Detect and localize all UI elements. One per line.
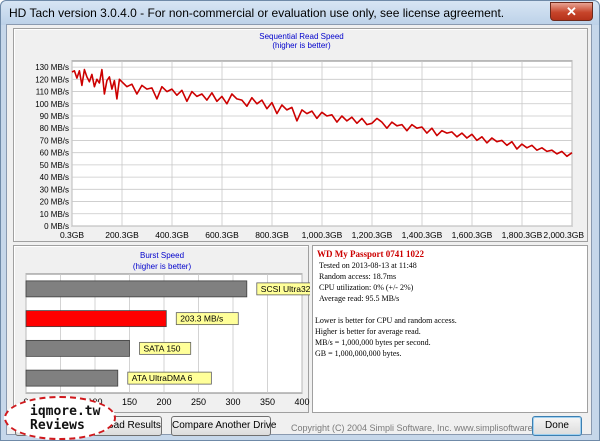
x-tick-label: 400.3GB [155,230,189,240]
burst-x-tick-label: 250 [191,397,206,407]
burst-bar [25,369,119,387]
y-tick-label: 100 MB/s [35,100,69,109]
burst-bar [25,280,248,298]
window-title: HD Tach version 3.0.4.0 - For non-commer… [9,6,505,20]
y-tick-label: 40 MB/s [40,173,69,182]
y-tick-label: 90 MB/s [40,112,69,121]
burst-x-tick-label: 150 [122,397,137,407]
burst-bar [25,339,130,357]
y-tick-label: 20 MB/s [40,198,69,207]
y-tick-label: 70 MB/s [40,136,69,145]
y-tick-label: 110 MB/s [36,88,69,97]
burst-bar-label: ATA UltraDMA 6 [132,373,193,383]
x-tick-label: 1,000.3GB [302,230,343,240]
burst-bar-label: 203.3 MB/s [180,314,223,324]
average-read: Average read: 95.5 MB/s [319,294,400,303]
title-bar[interactable]: HD Tach version 3.0.4.0 - For non-commer… [1,1,599,25]
burst-bar-label: SATA 150 [144,343,181,353]
burst-speed-panel: Burst Speed (higher is better) 050100150… [13,245,310,413]
y-tick-label: 130 MB/s [35,63,69,72]
y-tick-label: 60 MB/s [40,149,69,158]
x-tick-label: 1,400.3GB [402,230,443,240]
x-tick-label: 200.3GB [105,230,139,240]
random-access: Random access: 18.7ms [319,272,397,281]
x-tick-label: 0.3GB [60,230,84,240]
burst-x-tick-label: 400 [294,397,309,407]
burst-bar-label: SCSI Ultra320 [261,284,310,294]
read-speed-panel: Sequential Read Speed (higher is better)… [13,28,588,242]
note-higher-better: Higher is better for average read. [315,327,421,336]
x-tick-label: 1,800.3GB [502,230,543,240]
y-tick-label: 50 MB/s [40,161,69,170]
note-mbs-def: MB/s = 1,000,000 bytes per second. [315,338,431,347]
burst-x-tick-label: 200 [156,397,171,407]
x-tick-label: 1,600.3GB [452,230,493,240]
watermark-line1: iqmore.tw [30,404,101,419]
cpu-utilization: CPU utilization: 0% (+/- 2%) [319,283,414,292]
drive-info-panel: WD My Passport 0741 1022 Tested on 2013-… [312,245,588,413]
y-tick-label: 10 MB/s [40,210,69,219]
burst-x-tick-label: 350 [260,397,275,407]
y-tick-label: 30 MB/s [40,185,69,194]
x-tick-label: 2,000.3GB [543,230,584,240]
note-gb-def: GB = 1,000,000,000 bytes. [315,349,402,358]
compare-drive-button[interactable]: Compare Another Drive [171,416,277,436]
x-tick-label: 1,200.3GB [352,230,393,240]
burst-bar [25,310,167,328]
burst-speed-chart: 050100150200250300350400SCSI Ultra320203… [23,273,310,407]
x-tick-label: 800.3GB [255,230,289,240]
done-button[interactable]: Done [532,416,582,436]
x-tick-label: 600.3GB [205,230,239,240]
burst-x-tick-label: 300 [225,397,240,407]
drive-name: WD My Passport 0741 1022 [317,249,424,259]
y-tick-label: 120 MB/s [35,75,69,84]
y-tick-label: 80 MB/s [40,124,69,133]
note-lower-better: Lower is better for CPU and random acces… [315,316,457,325]
close-button[interactable]: ✕ [550,2,593,21]
copyright-text: Copyright (C) 2004 Simpli Software, Inc.… [291,423,553,433]
read-speed-chart: 0 MB/s10 MB/s20 MB/s30 MB/s40 MB/s50 MB/… [35,60,584,240]
tested-on: Tested on 2013-08-13 at 11:48 [319,261,417,270]
watermark-line2: Reviews [30,418,85,433]
